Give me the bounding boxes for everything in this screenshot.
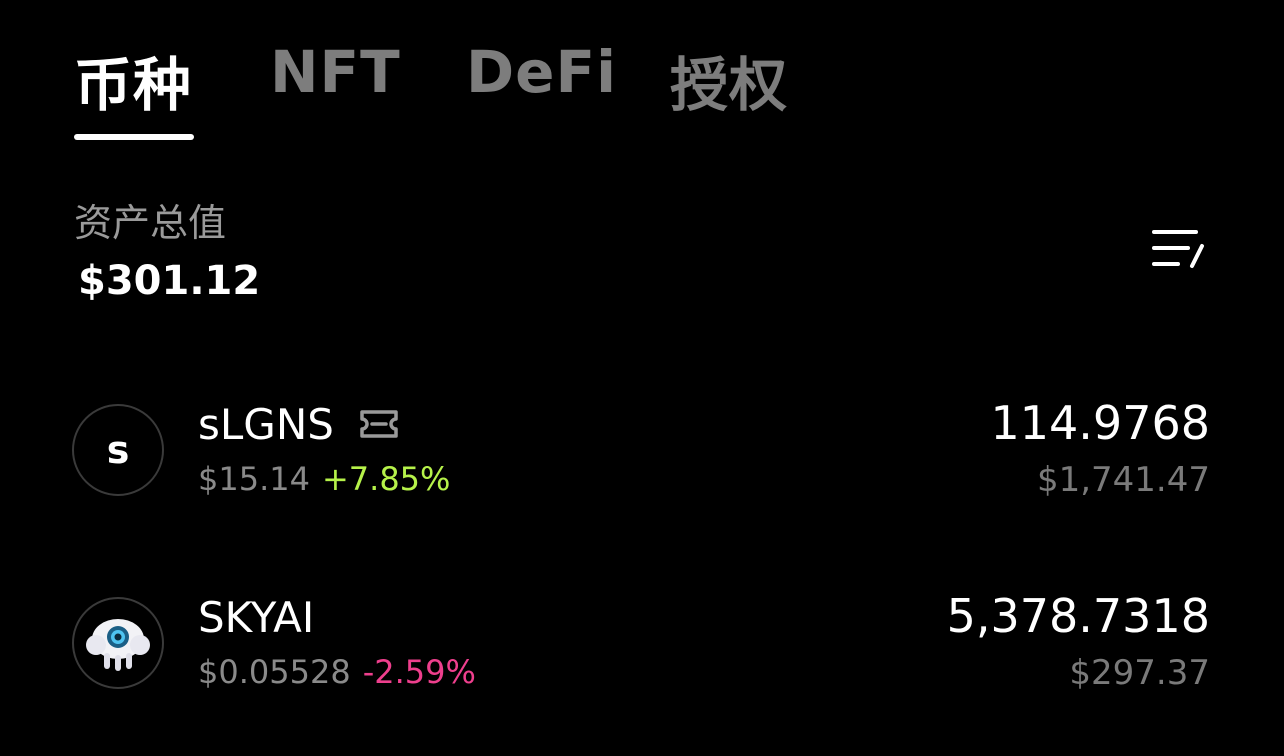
tab-defi[interactable]: DeFi [466,38,617,106]
token-amount: 5,378.7318 [946,589,1210,643]
jellyfish-logo-icon [86,619,150,671]
token-fiat-value: $1,741.47 [1036,460,1210,500]
token-amount: 114.9768 [990,396,1211,450]
avatar-letter: s [106,428,130,472]
token-avatar [72,597,164,689]
asset-name: sLGNS [198,400,334,449]
tab-coins[interactable]: 币种 [74,38,192,122]
asset-tabs: 币种 NFT DeFi 授权 [74,30,1210,140]
total-assets-label: 资产总值 [74,201,227,245]
asset-row-slgns[interactable]: s sLGNS $15.14 +7.85% 114.9768 $1,741.47 [0,392,1284,512]
filter-list-icon[interactable] [1148,222,1208,276]
active-tab-indicator [74,134,194,140]
price-change: -2.59% [362,653,476,691]
ticket-icon [358,406,400,442]
token-price: $15.14 [198,460,310,498]
token-fiat-value: $297.37 [1069,653,1210,693]
assets-page: 币种 NFT DeFi 授权 资产总值 $301.12 s sLGNS $15.… [0,0,1284,756]
total-assets-value: $301.12 [78,258,261,304]
tab-approvals[interactable]: 授权 [670,38,788,122]
asset-name: SKYAI [198,593,315,642]
token-avatar: s [72,404,164,496]
tab-nft[interactable]: NFT [270,38,401,106]
asset-row-skyai[interactable]: SKYAI $0.05528 -2.59% 5,378.7318 $297.37 [0,585,1284,705]
price-line: $15.14 +7.85% [198,460,450,498]
price-line: $0.05528 -2.59% [198,653,476,691]
price-change: +7.85% [321,460,451,498]
token-price: $0.05528 [198,653,351,691]
